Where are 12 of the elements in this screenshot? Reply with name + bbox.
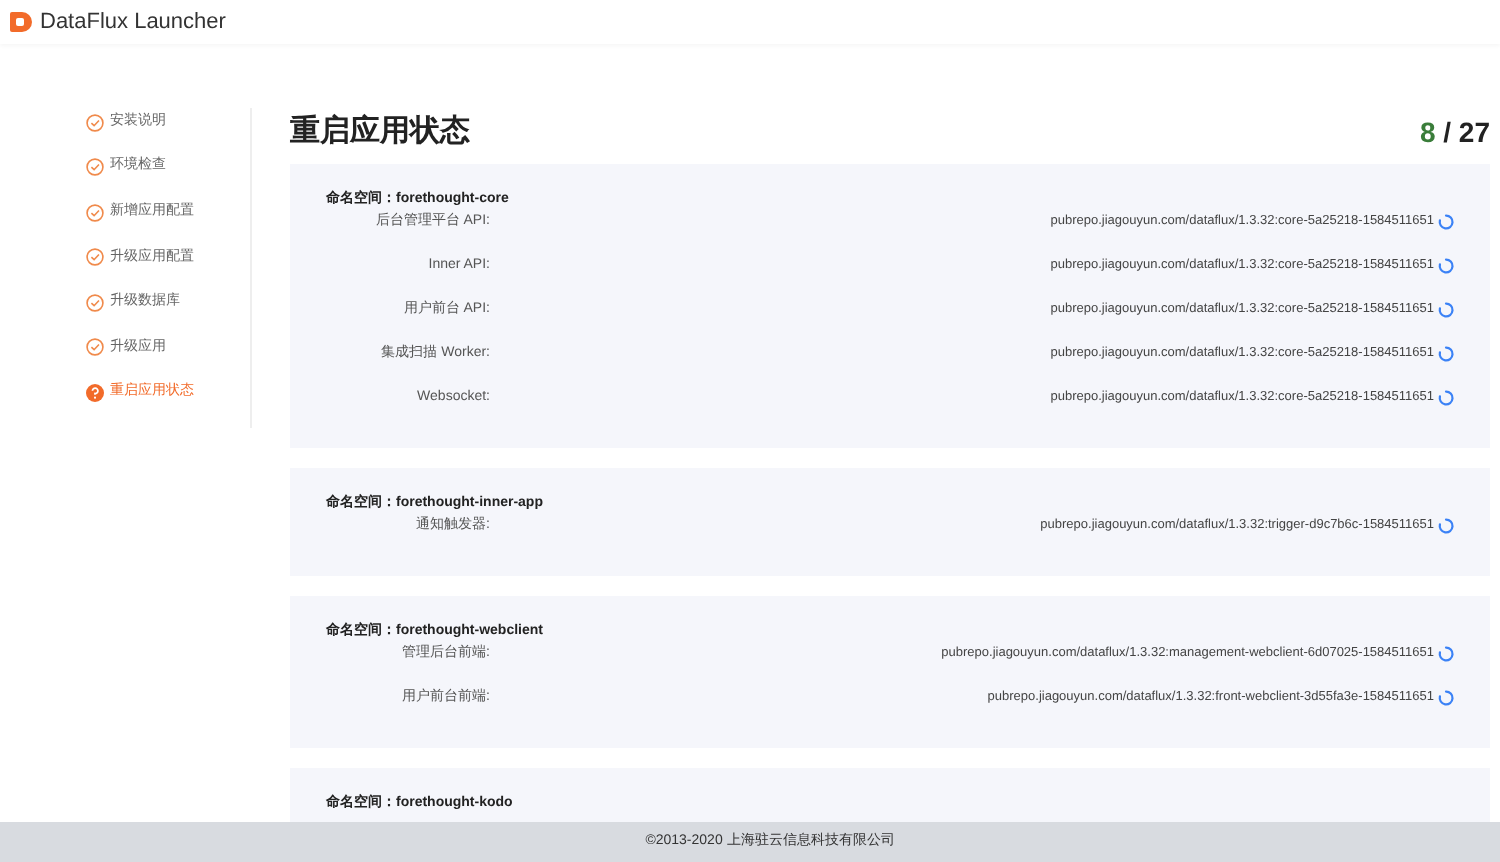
loading-spinner-icon bbox=[1438, 390, 1454, 406]
loading-spinner-icon bbox=[1438, 346, 1454, 362]
page-title: 重启应用状态 bbox=[290, 111, 470, 152]
loading-spinner-icon bbox=[1438, 214, 1454, 230]
loading-spinner-icon bbox=[1438, 302, 1454, 318]
loading-spinner-icon bbox=[1438, 646, 1454, 662]
app-logo-icon bbox=[8, 10, 32, 34]
loading-spinner-icon bbox=[1438, 690, 1454, 706]
progress-counter: 8 / 27 bbox=[1419, 113, 1490, 151]
app-title: DataFlux Launcher bbox=[40, 7, 226, 38]
loading-spinner-icon bbox=[1438, 518, 1454, 534]
loading-spinner-icon bbox=[1438, 258, 1454, 274]
